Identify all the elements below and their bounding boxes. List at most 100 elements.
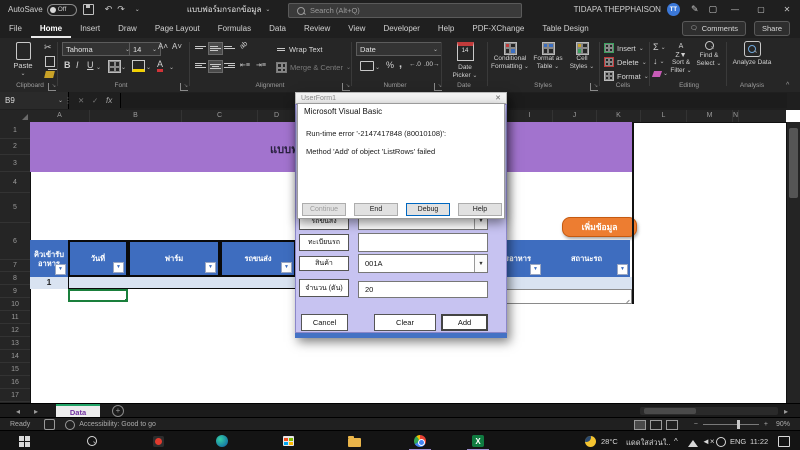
close-button[interactable]: ✕: [774, 0, 800, 19]
table-header-date[interactable]: วันที่▼: [68, 240, 128, 277]
product-combo[interactable]: 001A ▼: [358, 254, 488, 273]
paste-dropdown-icon[interactable]: ⌄: [6, 70, 40, 77]
font-size-select[interactable]: 14⌄: [129, 42, 161, 56]
fill-color-icon[interactable]: [132, 60, 145, 72]
table-header-queue[interactable]: คิวเข้ารับอาหาร▼: [30, 240, 68, 277]
filter-icon[interactable]: ▼: [205, 262, 216, 273]
ribbon-tab[interactable]: File: [0, 19, 31, 38]
column-header[interactable]: K: [597, 110, 641, 122]
date-picker-button[interactable]: 14 Date Picker ⌄: [450, 42, 480, 80]
ribbon-tab[interactable]: Review: [295, 19, 339, 38]
table-header-truck[interactable]: รถขนส่ง▼: [220, 240, 296, 277]
sort-filter-button[interactable]: AZ▼ Sort & Filter ⌄: [668, 41, 694, 75]
row-header[interactable]: 11: [0, 311, 30, 324]
align-top-icon[interactable]: [194, 42, 207, 53]
row-header[interactable]: 5: [0, 193, 30, 223]
column-header[interactable]: B: [90, 110, 182, 122]
page-break-view-icon[interactable]: [666, 420, 678, 430]
row-header[interactable]: 14: [0, 350, 30, 363]
ribbon-tab[interactable]: Developer: [374, 19, 428, 38]
share-button[interactable]: Share: [754, 21, 790, 36]
table-header-status[interactable]: สถานะรถ▼: [543, 240, 630, 277]
merge-center-button[interactable]: Merge & Center ⌄: [276, 62, 351, 73]
wrap-text-button[interactable]: Wrap Text: [276, 44, 323, 55]
maximize-button[interactable]: ▢: [748, 0, 774, 19]
queue-cell-value[interactable]: 1: [30, 277, 68, 287]
save-icon[interactable]: [83, 4, 94, 15]
percent-style-icon[interactable]: %: [386, 60, 394, 70]
orientation-icon[interactable]: ab: [239, 40, 249, 50]
name-box[interactable]: B9 ⌄: [0, 92, 69, 109]
align-center-icon[interactable]: [208, 60, 223, 73]
selected-cell[interactable]: [68, 289, 128, 302]
cell-styles-button[interactable]: Cell Styles ⌄: [567, 41, 597, 71]
sheet-scroll-right-icon[interactable]: ▸: [34, 407, 38, 416]
language-indicator[interactable]: ENG: [730, 437, 746, 446]
tab-scroll-right-icon[interactable]: ▸: [784, 407, 788, 416]
row-headers[interactable]: 123456789101112131415161718: [0, 122, 31, 403]
weather-icon[interactable]: [583, 434, 597, 448]
row-header[interactable]: 10: [0, 298, 30, 311]
ribbon-tab[interactable]: Insert: [71, 19, 109, 38]
end-button[interactable]: End: [354, 203, 398, 216]
plate-input[interactable]: [358, 233, 488, 252]
avatar[interactable]: TT: [667, 3, 680, 16]
zoom-slider-knob[interactable]: [737, 420, 740, 429]
find-select-button[interactable]: Find & Select ⌄: [696, 41, 722, 68]
minimize-button[interactable]: —: [722, 0, 748, 19]
clock[interactable]: 11:22: [750, 437, 768, 446]
accounting-format-icon[interactable]: [360, 61, 374, 71]
weather-text[interactable]: แดดใสส่วนใ...: [626, 437, 670, 449]
debug-button[interactable]: Debug: [406, 203, 450, 216]
excel-taskbar-icon[interactable]: X: [471, 434, 485, 448]
vertical-scrollbar[interactable]: [786, 122, 800, 403]
row-header[interactable]: 6: [0, 223, 30, 260]
filter-icon[interactable]: ▼: [281, 262, 292, 273]
decrease-indent-icon[interactable]: ⇤≡: [240, 61, 250, 69]
accounting-dropdown-icon[interactable]: ⌄: [375, 64, 380, 71]
zoom-level[interactable]: 90%: [776, 421, 790, 428]
comma-style-icon[interactable]: ,: [399, 58, 402, 70]
analyze-data-button[interactable]: Analyze Data: [732, 41, 772, 67]
fill-handle[interactable]: [125, 299, 128, 302]
align-left-icon[interactable]: [194, 60, 207, 71]
help-button[interactable]: Help: [458, 203, 502, 216]
microsoft-store-icon[interactable]: [281, 434, 295, 448]
redo-icon[interactable]: ↷: [117, 4, 125, 15]
new-sheet-icon[interactable]: +: [112, 405, 124, 417]
clipboard-dialog-launcher-icon[interactable]: ↘: [48, 83, 56, 91]
increase-indent-icon[interactable]: ⇥≡: [256, 61, 266, 69]
column-header[interactable]: L: [641, 110, 687, 122]
vertical-scrollbar-thumb[interactable]: [789, 128, 798, 198]
cancel-entry-icon[interactable]: ✕: [78, 96, 84, 105]
document-title[interactable]: แบบฟอร์มกรอกข้อมูล: [187, 3, 262, 16]
amount-input[interactable]: 20: [358, 281, 488, 298]
show-hidden-icons[interactable]: ^: [674, 437, 678, 446]
autosum-button[interactable]: Σ⌄: [653, 42, 666, 52]
row-header[interactable]: 4: [0, 172, 30, 193]
increase-font-icon[interactable]: A˄: [158, 42, 168, 51]
filter-icon[interactable]: ▼: [113, 262, 124, 273]
clear-button[interactable]: ⌄: [653, 70, 668, 77]
ribbon-tab[interactable]: Table Design: [533, 19, 597, 38]
undo-icon[interactable]: ↶: [105, 4, 113, 15]
underline-button[interactable]: U: [87, 60, 94, 70]
table-header-farm[interactable]: ฟาร์ม▼: [128, 240, 220, 277]
horizontal-scrollbar-thumb[interactable]: [644, 408, 696, 414]
ribbon-tab[interactable]: Help: [429, 19, 463, 38]
network-icon[interactable]: [688, 440, 698, 447]
sheet-scroll-left-icon[interactable]: ◂: [16, 407, 20, 416]
format-painter-icon[interactable]: [44, 71, 55, 78]
ribbon-tab[interactable]: Formulas: [209, 19, 260, 38]
ribbon-tab[interactable]: Draw: [109, 19, 146, 38]
notification-center-icon[interactable]: [778, 436, 790, 447]
normal-view-icon[interactable]: [634, 420, 646, 430]
editing-mode-icon[interactable]: ✎: [691, 4, 699, 15]
row-header[interactable]: 1: [0, 122, 30, 139]
zoom-in-icon[interactable]: +: [764, 421, 768, 428]
collapse-ribbon-icon[interactable]: ^: [786, 82, 789, 89]
row-header[interactable]: 15: [0, 363, 30, 376]
borders-dropdown-icon[interactable]: ⌄: [121, 64, 126, 71]
column-header[interactable]: J: [553, 110, 597, 122]
decrease-decimal-icon[interactable]: .00→: [424, 61, 440, 68]
